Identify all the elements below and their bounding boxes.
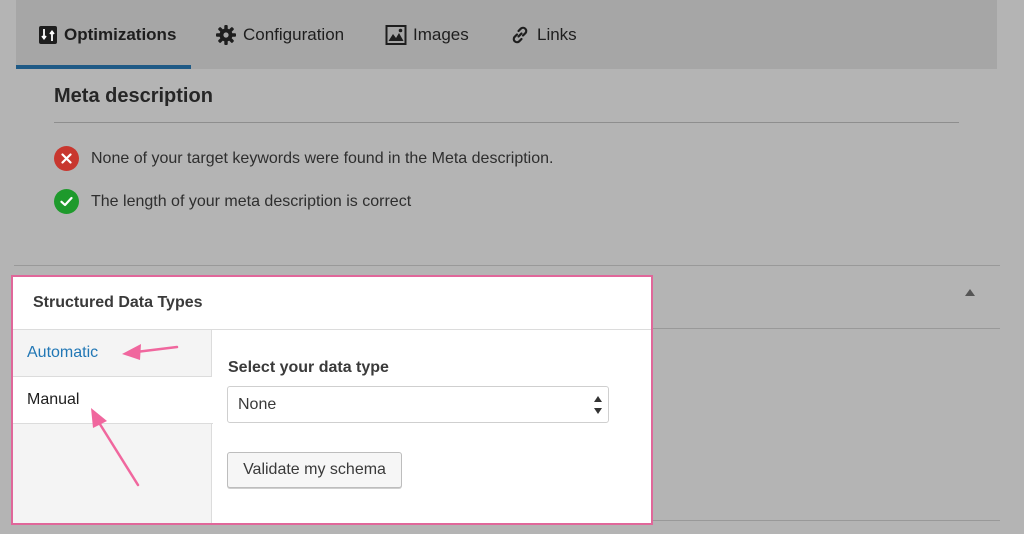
check-item-ok: The length of your meta description is c… bbox=[54, 189, 411, 214]
mode-tab-manual[interactable]: Manual bbox=[13, 377, 213, 424]
mode-sidebar: Automatic Manual bbox=[13, 330, 213, 523]
data-type-select[interactable]: None bbox=[227, 386, 609, 423]
check-item-error: None of your target keywords were found … bbox=[54, 146, 553, 171]
tab-label: Images bbox=[413, 24, 469, 44]
error-icon bbox=[54, 146, 79, 171]
optimizations-icon bbox=[38, 25, 58, 45]
tab-bar: Optimizations Configuration Images Links bbox=[16, 0, 997, 69]
divider bbox=[653, 520, 1000, 521]
data-type-label: Select your data type bbox=[228, 359, 389, 376]
collapse-arrow-icon[interactable] bbox=[965, 289, 975, 296]
check-text: None of your target keywords were found … bbox=[91, 149, 554, 167]
tab-label: Optimizations bbox=[64, 24, 177, 44]
active-tab-indicator bbox=[16, 65, 191, 69]
select-value: None bbox=[238, 395, 277, 413]
tab-label: Links bbox=[537, 24, 577, 44]
mode-tab-automatic[interactable]: Automatic bbox=[13, 330, 212, 377]
divider bbox=[653, 328, 1000, 329]
section-title: Meta description bbox=[54, 85, 213, 107]
link-icon bbox=[509, 24, 531, 46]
checkmark-icon bbox=[54, 189, 79, 214]
panel-title: Structured Data Types bbox=[13, 277, 651, 330]
divider bbox=[14, 265, 1000, 266]
divider bbox=[54, 122, 959, 123]
tab-links[interactable]: Links bbox=[509, 0, 577, 69]
image-icon bbox=[385, 24, 407, 46]
select-arrows-icon bbox=[594, 396, 602, 414]
validate-schema-button[interactable]: Validate my schema bbox=[227, 452, 402, 488]
tab-optimizations[interactable]: Optimizations bbox=[38, 0, 176, 69]
tab-configuration[interactable]: Configuration bbox=[215, 0, 344, 69]
tab-images[interactable]: Images bbox=[385, 0, 469, 69]
check-text: The length of your meta description is c… bbox=[91, 192, 412, 210]
gear-icon bbox=[215, 24, 237, 46]
structured-data-panel: Structured Data Types Automatic Manual S… bbox=[11, 275, 653, 525]
tab-label: Configuration bbox=[243, 24, 345, 44]
